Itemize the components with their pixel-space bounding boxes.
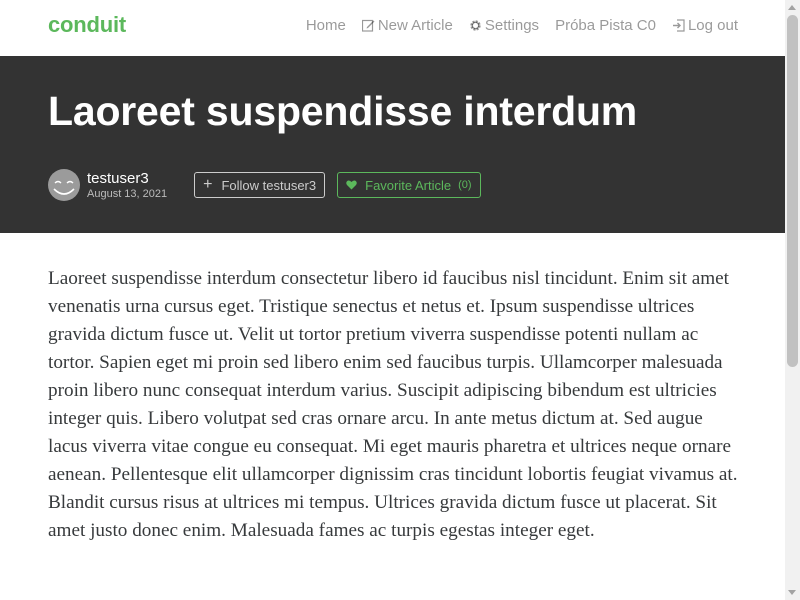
- nav-link-profile[interactable]: Próba Pista C0: [547, 17, 664, 34]
- favorite-article-label: Favorite Article: [365, 177, 452, 193]
- nav-link-settings-label: Settings: [484, 17, 540, 34]
- author-avatar[interactable]: [48, 169, 80, 201]
- article-banner: Laoreet suspendisse interdum testuser3 A…: [0, 56, 786, 233]
- brand-logo-link[interactable]: conduit: [48, 12, 126, 38]
- favorite-article-button[interactable]: Favorite Article (0): [337, 172, 481, 198]
- vertical-scrollbar[interactable]: [785, 0, 800, 600]
- heart-icon: [346, 180, 357, 190]
- author-info: testuser3 August 13, 2021: [87, 171, 167, 200]
- scroll-up-arrow-icon[interactable]: [788, 5, 796, 10]
- nav-menu: Home New Article Settings Próba Pista C0: [298, 17, 738, 34]
- nav-link-settings[interactable]: Settings: [461, 17, 547, 34]
- article-body: Laoreet suspendisse interdum consectetur…: [48, 268, 738, 541]
- nav-link-home-label: Home: [305, 17, 346, 34]
- article-title: Laoreet suspendisse interdum: [48, 88, 638, 134]
- favorite-count: (0): [458, 179, 472, 191]
- nav-link-profile-label: Próba Pista C0: [555, 17, 656, 34]
- nav-link-logout-label: Log out: [687, 17, 738, 34]
- nav-link-new-article[interactable]: New Article: [354, 17, 461, 34]
- article-date: August 13, 2021: [87, 187, 168, 200]
- plus-icon: +: [203, 176, 213, 193]
- smiley-avatar-icon: [53, 180, 75, 195]
- author-name-link[interactable]: testuser3: [87, 171, 167, 186]
- logout-icon: [672, 19, 685, 32]
- scroll-thumb[interactable]: [787, 15, 798, 367]
- follow-author-button[interactable]: + Follow testuser3: [194, 172, 326, 198]
- article-meta: testuser3 August 13, 2021 + Follow testu…: [48, 168, 481, 202]
- gear-icon: [470, 20, 481, 31]
- navbar: conduit Home New Article Settings Próba …: [0, 0, 786, 56]
- nav-link-new-article-label: New Article: [377, 17, 453, 34]
- nav-link-logout[interactable]: Log out: [664, 17, 738, 34]
- follow-author-label: Follow testuser3: [221, 177, 317, 193]
- edit-icon: [361, 19, 375, 32]
- scroll-down-arrow-icon[interactable]: [788, 590, 796, 595]
- nav-link-home[interactable]: Home: [298, 17, 354, 34]
